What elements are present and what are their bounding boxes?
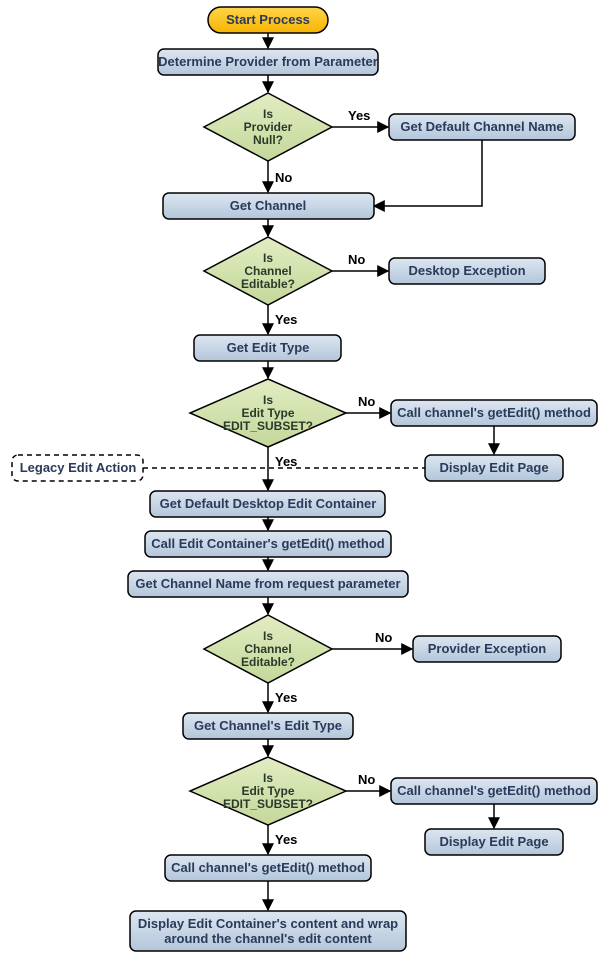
editable1-yes-label: Yes	[275, 312, 297, 327]
node-display-edit-page-2: Display Edit Page	[425, 829, 563, 855]
editable2-l1: Is	[263, 629, 273, 643]
getchanneledittype-label: Get Channel's Edit Type	[194, 718, 342, 733]
editable2-yes-label: Yes	[275, 690, 297, 705]
editable1-l2: Channel	[244, 264, 291, 278]
editable2-no-label: No	[375, 630, 392, 645]
provnull-l1: Is	[263, 107, 273, 121]
determine-label: Determine Provider from Parameter	[158, 54, 378, 69]
provnull-no-label: No	[275, 170, 292, 185]
callgetedit1-label: Call channel's getEdit() method	[397, 405, 591, 420]
subset2-l2: Edit Type	[241, 784, 294, 798]
subset1-l1: Is	[263, 393, 273, 407]
subset2-l3: EDIT_SUBSET?	[223, 797, 313, 811]
node-call-getedit-1: Call channel's getEdit() method	[391, 400, 597, 426]
node-determine: Determine Provider from Parameter	[158, 49, 378, 75]
start-label: Start Process	[226, 12, 310, 27]
provnull-l2: Provider	[244, 120, 293, 134]
editable1-l3: Editable?	[241, 277, 295, 291]
editable1-no-label: No	[348, 252, 365, 267]
edge-getdefname-getchannel	[374, 140, 482, 206]
provnull-yes-label: Yes	[348, 108, 370, 123]
subset1-l3: EDIT_SUBSET?	[223, 419, 313, 433]
subset1-yes-label: Yes	[275, 454, 297, 469]
subset2-l1: Is	[263, 771, 273, 785]
node-start: Start Process	[208, 7, 328, 33]
subset2-no-label: No	[358, 772, 375, 787]
node-is-provider-null: Is Provider Null?	[204, 93, 332, 161]
getedittype-label: Get Edit Type	[227, 340, 310, 355]
callcontgetedit-label: Call Edit Container's getEdit() method	[151, 536, 385, 551]
displayedit2-label: Display Edit Page	[439, 834, 548, 849]
displaywrap-l1: Display Edit Container's content and wra…	[138, 916, 398, 931]
node-is-editable-2: Is Channel Editable?	[204, 615, 332, 683]
legacy-label: Legacy Edit Action	[20, 460, 137, 475]
displaywrap-l2: around the channel's edit content	[164, 931, 372, 946]
displayedit1-label: Display Edit Page	[439, 460, 548, 475]
node-legacy-note: Legacy Edit Action	[12, 455, 143, 481]
getchannel-label: Get Channel	[230, 198, 307, 213]
node-call-getedit-3: Call channel's getEdit() method	[165, 855, 371, 881]
providerexc-label: Provider Exception	[428, 641, 547, 656]
node-is-subset-2: Is Edit Type EDIT_SUBSET?	[190, 757, 346, 825]
node-get-default-name: Get Default Channel Name	[389, 114, 575, 140]
node-display-wrap: Display Edit Container's content and wra…	[130, 911, 406, 951]
subset2-yes-label: Yes	[275, 832, 297, 847]
node-get-channel-name-req: Get Channel Name from request parameter	[128, 571, 408, 597]
editable2-l2: Channel	[244, 642, 291, 656]
node-get-edit-type: Get Edit Type	[194, 335, 341, 361]
desktopexc-label: Desktop Exception	[408, 263, 525, 278]
node-call-getedit-2: Call channel's getEdit() method	[391, 778, 597, 804]
node-desktop-exception: Desktop Exception	[389, 258, 545, 284]
getchannelnamereq-label: Get Channel Name from request parameter	[135, 576, 400, 591]
node-provider-exception: Provider Exception	[413, 636, 561, 662]
subset1-no-label: No	[358, 394, 375, 409]
node-is-subset-1: Is Edit Type EDIT_SUBSET?	[190, 379, 346, 447]
editable1-l1: Is	[263, 251, 273, 265]
callgetedit2-label: Call channel's getEdit() method	[397, 783, 591, 798]
provnull-l3: Null?	[253, 133, 283, 147]
callgetedit3-label: Call channel's getEdit() method	[171, 860, 365, 875]
node-get-channel-edit-type: Get Channel's Edit Type	[183, 713, 353, 739]
getdefcontainer-label: Get Default Desktop Edit Container	[160, 496, 377, 511]
flowchart-diagram: Start Process Determine Provider from Pa…	[0, 0, 612, 972]
subset1-l2: Edit Type	[241, 406, 294, 420]
editable2-l3: Editable?	[241, 655, 295, 669]
node-get-default-container: Get Default Desktop Edit Container	[150, 491, 385, 517]
node-call-container-getedit: Call Edit Container's getEdit() method	[145, 531, 391, 557]
node-get-channel: Get Channel	[163, 193, 374, 219]
node-display-edit-page-1: Display Edit Page	[425, 455, 563, 481]
getdefname-label: Get Default Channel Name	[400, 119, 563, 134]
node-is-editable-1: Is Channel Editable?	[204, 237, 332, 305]
